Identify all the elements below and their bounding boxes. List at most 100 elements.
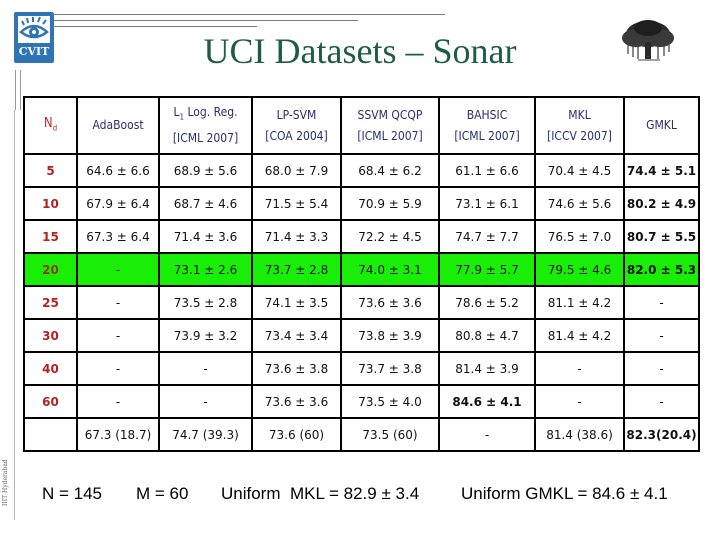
cell-lp-svm: 71.5 ± 5.4 xyxy=(251,186,342,221)
cell-bahsic: 81.4 ± 3.9 xyxy=(438,351,536,386)
cell-adaboost: 67.9 ± 6.4 xyxy=(76,186,160,221)
cell-nd: 25 xyxy=(23,285,78,320)
cell-ssvm-qcqp: 73.5 (60) xyxy=(340,417,440,452)
header-rule-2 xyxy=(53,20,358,21)
cell-mkl: 81.4 ± 4.2 xyxy=(534,318,625,353)
cell-ssvm-qcqp: 73.6 ± 3.6 xyxy=(340,285,440,320)
column-header-bahsic: BAHSIC [ICML 2007] xyxy=(438,96,536,155)
cell-adaboost: 67.3 (18.7) xyxy=(76,417,160,452)
left-rule-2 xyxy=(20,70,21,110)
table-row: 5 64.6 ± 6.6 68.9 ± 5.6 68.0 ± 7.9 68.4 ± 6.… xyxy=(23,153,700,188)
cell-mkl: 81.4 (38.6) xyxy=(534,417,625,452)
cell-l1-log-reg: 68.7 ± 4.6 xyxy=(158,186,253,221)
cell-adaboost: - xyxy=(76,318,160,353)
cell-mkl: 74.6 ± 5.6 xyxy=(534,186,625,221)
cell-bahsic: 80.8 ± 4.7 xyxy=(438,318,536,353)
table-row: 25-73.5 ± 2.8 74.1 ± 3.5 73.6 ± 3.6 78.6 ± … xyxy=(23,285,700,320)
cell-lp-svm: 71.4 ± 3.3 xyxy=(251,219,342,254)
cell-l1-log-reg: - xyxy=(158,351,253,386)
cell-nd: 30 xyxy=(23,318,78,353)
cell-bahsic: 74.7 ± 7.7 xyxy=(438,219,536,254)
cell-ssvm-qcqp: 73.7 ± 3.8 xyxy=(340,351,440,386)
cell-nd: 10 xyxy=(23,186,78,221)
cell-adaboost: 64.6 ± 6.6 xyxy=(76,153,160,188)
cell-nd: 20 xyxy=(23,252,78,287)
cell-gmkl: - xyxy=(623,351,700,386)
cell-bahsic: 73.1 ± 6.1 xyxy=(438,186,536,221)
footer-uniform-mkl: Uniform MKL = 82.9 ± 3.4 xyxy=(221,484,420,503)
table-row: 10 67.9 ± 6.4 68.7 ± 4.6 71.5 ± 5.4 70.9 ± 5… xyxy=(23,186,700,221)
cell-mkl: 79.5 ± 4.6 xyxy=(534,252,625,287)
cell-gmkl: 82.3(20.4) xyxy=(623,417,700,452)
cell-adaboost: - xyxy=(76,351,160,386)
cell-gmkl: - xyxy=(623,318,700,353)
footer-n: N = 145 xyxy=(42,484,103,503)
cell-bahsic: 77.9 ± 5.7 xyxy=(438,252,536,287)
column-header-l1-log-reg: L1 Log. Reg. [ICML 2007] xyxy=(158,96,253,155)
left-margin-rule xyxy=(14,110,15,520)
cell-gmkl: 80.2 ± 4.9 xyxy=(623,186,700,221)
table-header-row: Nd AdaBoost L1 Log. Reg. [ICML 2007] LP-S… xyxy=(23,96,700,155)
cell-l1-log-reg: 73.5 ± 2.8 xyxy=(158,285,253,320)
cell-ssvm-qcqp: 68.4 ± 6.2 xyxy=(340,153,440,188)
cell-ssvm-qcqp: 73.5 ± 4.0 xyxy=(340,384,440,419)
table-row: 20-73.1 ± 2.6 73.7 ± 2.8 74.0 ± 3.1 77.9 ± … xyxy=(23,252,700,287)
cell-nd: 5 xyxy=(23,153,78,188)
cell-lp-svm: 73.4 ± 3.4 xyxy=(251,318,342,353)
cell-bahsic: - xyxy=(438,417,536,452)
cell-gmkl: - xyxy=(623,384,700,419)
cell-lp-svm: 73.7 ± 2.8 xyxy=(251,252,342,287)
table-row: 60- -73.6 ± 3.6 73.5 ± 4.0 84.6 ± 4.1- - xyxy=(23,384,700,419)
cell-lp-svm: 73.6 ± 3.8 xyxy=(251,351,342,386)
cell-adaboost: - xyxy=(76,384,160,419)
column-header-lp-svm: LP-SVM [COA 2004] xyxy=(251,96,342,155)
header-rule-3 xyxy=(53,26,257,27)
table-summary-row: 67.3 (18.7) 74.7 (39.3) 73.6 (60) 73.5 (60)… xyxy=(23,417,700,452)
cell-l1-log-reg: 74.7 (39.3) xyxy=(158,417,253,452)
cell-nd: 15 xyxy=(23,219,78,254)
cell-l1-log-reg: 73.1 ± 2.6 xyxy=(158,252,253,287)
cell-l1-log-reg: 71.4 ± 3.6 xyxy=(158,219,253,254)
banyan-tree-logo xyxy=(622,20,674,61)
table-row: 15 67.3 ± 6.4 71.4 ± 3.6 71.4 ± 3.3 72.2 ± 4… xyxy=(23,219,700,254)
cell-ssvm-qcqp: 72.2 ± 4.5 xyxy=(340,219,440,254)
cell-ssvm-qcqp: 74.0 ± 3.1 xyxy=(340,252,440,287)
table-row: 40- -73.6 ± 3.8 73.7 ± 3.8 81.4 ± 3.9- - xyxy=(23,351,700,386)
cell-l1-log-reg: 68.9 ± 5.6 xyxy=(158,153,253,188)
footer-m: M = 60 xyxy=(136,484,189,503)
cell-mkl: 76.5 ± 7.0 xyxy=(534,219,625,254)
cell-lp-svm: 68.0 ± 7.9 xyxy=(251,153,342,188)
cell-adaboost: - xyxy=(76,285,160,320)
cell-nd xyxy=(23,417,78,452)
cell-l1-log-reg: - xyxy=(158,384,253,419)
cell-gmkl: 82.0 ± 5.3 xyxy=(623,252,700,287)
cell-lp-svm: 73.6 ± 3.6 xyxy=(251,384,342,419)
column-header-mkl: MKL [ICCV 2007] xyxy=(534,96,625,155)
header-rule-1 xyxy=(53,14,445,15)
cell-adaboost: 67.3 ± 6.4 xyxy=(76,219,160,254)
left-rule-1 xyxy=(15,70,16,110)
cell-mkl: 81.1 ± 4.2 xyxy=(534,285,625,320)
column-header-nd: Nd xyxy=(23,96,78,155)
column-header-ssvm-qcqp: SSVM QCQP [ICML 2007] xyxy=(340,96,440,155)
cell-ssvm-qcqp: 70.9 ± 5.9 xyxy=(340,186,440,221)
cell-bahsic: 78.6 ± 5.2 xyxy=(438,285,536,320)
cell-bahsic: 61.1 ± 6.6 xyxy=(438,153,536,188)
cell-mkl: - xyxy=(534,384,625,419)
cell-mkl: - xyxy=(534,351,625,386)
cell-gmkl: 80.7 ± 5.5 xyxy=(623,219,700,254)
cell-ssvm-qcqp: 73.8 ± 3.9 xyxy=(340,318,440,353)
cell-nd: 40 xyxy=(23,351,78,386)
column-header-adaboost: AdaBoost xyxy=(76,96,160,155)
page-title: UCI Datasets – Sonar xyxy=(203,31,517,71)
institution-side-label: IIIT Hyderabad xyxy=(2,459,9,506)
cell-lp-svm: 74.1 ± 3.5 xyxy=(251,285,342,320)
cell-nd: 60 xyxy=(23,384,78,419)
column-header-gmkl: GMKL xyxy=(623,96,700,155)
cell-gmkl: - xyxy=(623,285,700,320)
table-row: 30-73.9 ± 3.2 73.4 ± 3.4 73.8 ± 3.9 80.8 ± … xyxy=(23,318,700,353)
cell-mkl: 70.4 ± 4.5 xyxy=(534,153,625,188)
results-table: Nd AdaBoost L1 Log. Reg. [ICML 2007] LP-S… xyxy=(23,96,700,452)
cell-bahsic: 84.6 ± 4.1 xyxy=(438,384,536,419)
footer-uniform-gmkl: Uniform GMKL = 84.6 ± 4.1 xyxy=(461,484,668,503)
